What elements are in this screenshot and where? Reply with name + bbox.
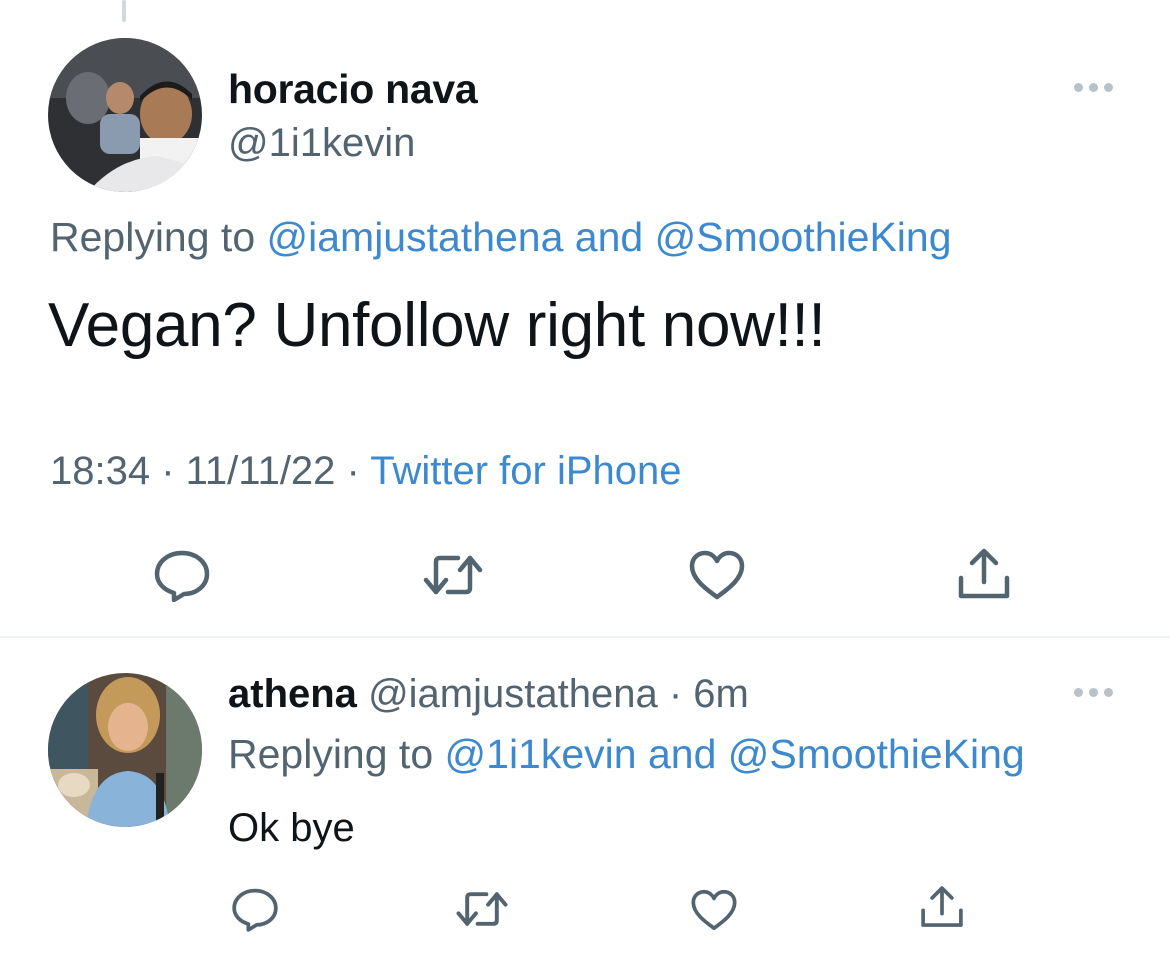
- more-icon: [1104, 83, 1113, 92]
- retweet-button[interactable]: [422, 550, 484, 600]
- replying-to-label: Replying to: [50, 214, 267, 260]
- share-button[interactable]: [955, 546, 1013, 602]
- heart-icon: [689, 550, 745, 600]
- tweet-date[interactable]: 11/11/22: [186, 449, 336, 493]
- more-options-button[interactable]: [1074, 688, 1113, 697]
- tweet-metadata: 18:34 · 11/11/22 · Twitter for iPhone: [50, 449, 682, 494]
- mention-link[interactable]: @SmoothieKing: [655, 214, 952, 260]
- tweet-source[interactable]: Twitter for iPhone: [370, 449, 681, 493]
- more-icon: [1074, 688, 1083, 697]
- separator-dot: ·: [657, 672, 694, 716]
- more-options-button[interactable]: [1074, 83, 1113, 92]
- share-icon: [958, 548, 1010, 599]
- like-button[interactable]: [688, 549, 746, 601]
- replying-to-line: Replying to @1i1kevin and @SmoothieKing: [228, 731, 1025, 778]
- share-button[interactable]: [918, 884, 966, 930]
- avatar[interactable]: [48, 673, 202, 827]
- thread-connector-line: [122, 0, 126, 22]
- heart-icon: [691, 889, 737, 931]
- tweet-text: Vegan? Unfollow right now!!!: [48, 291, 826, 360]
- retweet-button[interactable]: [455, 887, 509, 931]
- retweet-icon: [423, 555, 483, 595]
- tweet-text: Ok bye: [228, 806, 355, 850]
- mention-link[interactable]: @iamjustathena: [267, 214, 564, 260]
- separator-dot: ·: [335, 449, 371, 493]
- replying-to-line: Replying to @iamjustathena and @Smoothie…: [50, 214, 952, 261]
- reply-icon: [232, 888, 278, 932]
- mention-conjunction: and: [636, 731, 728, 777]
- tweet-time[interactable]: 18:34: [50, 449, 150, 493]
- separator-dot: ·: [150, 449, 186, 493]
- replying-to-label: Replying to: [228, 731, 445, 777]
- more-icon: [1089, 688, 1098, 697]
- author-handle[interactable]: @iamjustathena: [368, 672, 658, 716]
- mention-link[interactable]: @SmoothieKing: [728, 731, 1025, 777]
- more-icon: [1074, 83, 1083, 92]
- reply-button[interactable]: [152, 548, 212, 602]
- avatar[interactable]: [48, 38, 202, 192]
- share-icon: [921, 886, 963, 927]
- reply-button[interactable]: [230, 886, 280, 932]
- author-name[interactable]: athena: [228, 672, 357, 716]
- author-name[interactable]: horacio nava: [228, 66, 478, 113]
- mention-link[interactable]: @1i1kevin: [445, 731, 637, 777]
- retweet-icon: [456, 892, 508, 926]
- more-icon: [1104, 688, 1113, 697]
- reply-icon: [154, 550, 210, 602]
- like-button[interactable]: [690, 888, 738, 932]
- avatar-photo: [48, 673, 202, 827]
- author-handle[interactable]: @1i1kevin: [228, 121, 415, 166]
- mention-conjunction: and: [563, 214, 655, 260]
- avatar-photo: [48, 38, 202, 192]
- more-icon: [1089, 83, 1098, 92]
- tweet-age[interactable]: 6m: [693, 672, 749, 716]
- reply-header: athena @iamjustathena · 6m: [228, 672, 749, 717]
- tweet-divider: [0, 636, 1170, 638]
